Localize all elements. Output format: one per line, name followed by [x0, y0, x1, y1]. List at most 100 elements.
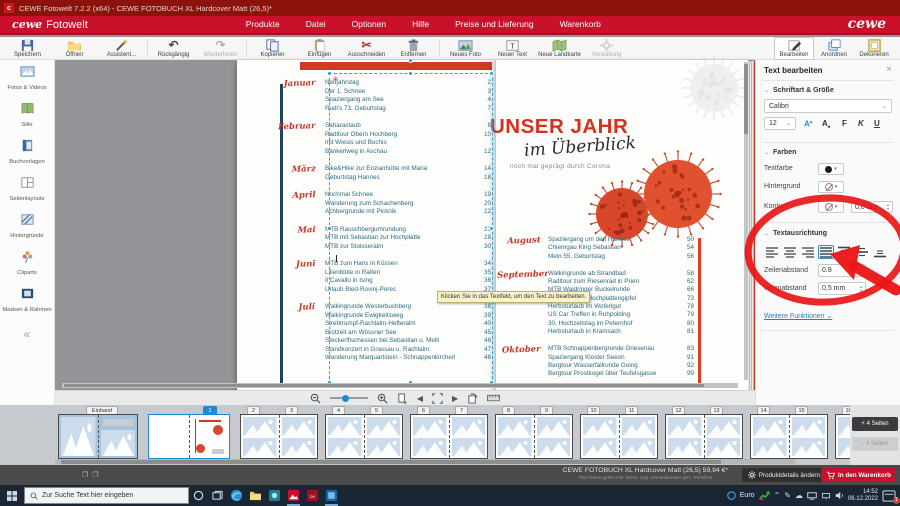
menu-item-hilfe[interactable]: Hilfe	[399, 16, 442, 33]
align-justify-button[interactable]	[818, 245, 834, 259]
cewe-red-app-icon[interactable]: ce	[303, 485, 322, 506]
toolbar-button-copy[interactable]: Kopieren	[249, 39, 296, 58]
rotate-spread-icon[interactable]	[467, 393, 478, 404]
selection-rotate-handle[interactable]	[408, 58, 413, 63]
cloud-icon[interactable]: ☁	[795, 491, 803, 500]
align-center-button[interactable]	[782, 245, 798, 259]
line-spacing-input[interactable]: 0.8▴▾	[818, 264, 866, 277]
mode-button-dekorieren[interactable]: Dekorieren	[854, 37, 894, 60]
toolbar-button-paste[interactable]: Einfügen	[296, 39, 343, 58]
pen-icon[interactable]: ✎	[784, 491, 791, 500]
font-larger-button[interactable]: A▴	[804, 119, 812, 129]
valign-middle-button[interactable]	[854, 245, 870, 259]
italic-button[interactable]: K	[858, 119, 864, 128]
cewe-photo-app-icon[interactable]	[284, 485, 303, 506]
sidebar-item-fotos-videos[interactable]: Fotos & Videos	[0, 60, 54, 97]
cortana-icon[interactable]	[189, 485, 208, 506]
taskbar-search-input[interactable]: Zur Suche Text hier eingeben	[24, 487, 189, 504]
zoom-slider[interactable]	[330, 397, 368, 399]
selection-handle[interactable]	[327, 226, 332, 231]
canvas-hscrollbar[interactable]	[62, 383, 738, 388]
align-left-button[interactable]	[764, 245, 780, 259]
thumbnail-spread[interactable]	[240, 414, 318, 459]
toc-entry[interactable]: Chiemgau King Sebastian54	[548, 244, 694, 252]
menu-item-produkte[interactable]: Produkte	[233, 16, 293, 33]
thumbnails-scrollbar[interactable]	[55, 459, 795, 464]
add-pages-button[interactable]: + 4 Seiten	[852, 417, 898, 431]
toc-right-column[interactable]: AugustSpaziergang um den Hartsee50Chiemg…	[498, 236, 694, 387]
start-button[interactable]	[0, 491, 24, 501]
toc-entry[interactable]: Herbsturlaub im Woferlgut78	[548, 303, 694, 311]
fit-view-icon[interactable]	[432, 393, 443, 404]
thumbnail-spread[interactable]	[495, 414, 573, 459]
padding-input[interactable]: 0,5 mm▴▾	[818, 282, 866, 295]
add-to-cart-button[interactable]: In den Warenkorb	[821, 468, 896, 482]
menu-item-preise-und-lieferung[interactable]: Preise und Lieferung	[442, 16, 546, 33]
toc-entry[interactable]: Spaziergang um den Hartsee50	[548, 236, 694, 244]
underline-button[interactable]: U	[874, 119, 880, 128]
canvas-vscrollbar[interactable]	[744, 62, 748, 380]
thumbnail-spread[interactable]	[750, 414, 828, 459]
font-family-select[interactable]: Calibri⌄	[764, 99, 892, 113]
prev-spread-icon[interactable]: ◀	[417, 394, 423, 403]
toolbar-button-new-map[interactable]: Neue Landkarte	[536, 39, 583, 58]
toc-entry[interactable]: US Car Treffen in Ruhpolding79	[548, 311, 694, 319]
notification-center-icon[interactable]: 1	[882, 489, 898, 503]
monitor-icon[interactable]	[807, 492, 817, 500]
next-spread-icon[interactable]: ▶	[452, 394, 458, 403]
outline-width-spinner[interactable]: 0,0 mm▴▾	[851, 201, 893, 213]
view-mode-icons[interactable]: ❐ ❐	[82, 471, 100, 479]
toc-entry[interactable]: MTB Schnappenbergrunde Griesenau83	[548, 345, 694, 353]
toolbar-button-open[interactable]: Öffnen	[51, 39, 98, 58]
zoom-in-icon[interactable]	[377, 393, 388, 404]
toolbar-button-delete[interactable]: Entfernen	[390, 39, 437, 58]
toc-entry[interactable]: Radltour zum Riesenrad in Prien62	[548, 278, 694, 286]
section-colors[interactable]: ⌄Farben	[764, 149, 796, 156]
valign-bottom-button[interactable]	[872, 245, 888, 259]
menu-item-optionen[interactable]: Optionen	[339, 16, 400, 33]
zoom-out-icon[interactable]	[310, 393, 321, 404]
thumbnail-spread[interactable]	[580, 414, 658, 459]
toc-entry[interactable]: 30. Hochzeitstag im Peternhof80	[548, 320, 694, 328]
photos-app-icon[interactable]	[322, 485, 341, 506]
textcolor-swatch[interactable]: ▾	[818, 163, 844, 175]
toolbar-button-wizard[interactable]: Assistent...	[98, 39, 145, 58]
speaker-icon[interactable]	[835, 491, 844, 500]
close-icon[interactable]: ×	[886, 64, 892, 75]
thumbnail-spread[interactable]	[835, 414, 850, 459]
sidebar-item-stile[interactable]: Stile	[0, 97, 54, 134]
tray-expand-icon[interactable]: ⌃	[774, 491, 781, 500]
selection-handle[interactable]	[489, 71, 494, 76]
book-right-page[interactable]: UNSER JAHR im Überblick noch mal geprägt…	[496, 60, 748, 394]
euro-coin-icon[interactable]	[727, 491, 736, 500]
taskbar-clock[interactable]: 14:52 06.12.2022	[848, 489, 878, 503]
toc-entry[interactable]: Mein 55. Geburtstag56	[548, 253, 694, 261]
sidebar-item-masken-rahmen[interactable]: Masken & Rahmen	[0, 282, 54, 319]
section-alignment[interactable]: ⌄Textausrichtung	[764, 230, 827, 237]
toc-entry[interactable]: Bergtour Prostkogel über Teufelsgasse99	[548, 370, 694, 378]
explorer-icon[interactable]	[246, 485, 265, 506]
thumbnail-spread-current[interactable]	[148, 414, 230, 459]
sidebar-item-seitenlayouts[interactable]: Seitenlayouts	[0, 171, 54, 208]
toc-entry[interactable]: Spaziergang Kloster Seeon91	[548, 354, 694, 362]
task-view-icon[interactable]	[208, 485, 227, 506]
toc-entry[interactable]: Walkingrunde ab Strandbad58	[548, 270, 694, 278]
mode-button-bearbeiten[interactable]: Bearbeiten	[774, 37, 814, 60]
toolbar-button-cut[interactable]: ✂Ausschneiden	[343, 39, 390, 58]
font-size-select[interactable]: 12⌄	[764, 117, 796, 130]
toc-entry[interactable]: Bergtour Wasserfallrunde Going92	[548, 362, 694, 370]
product-details-button[interactable]: Produktdetails ändern	[742, 468, 826, 482]
network-icon[interactable]	[821, 492, 831, 500]
valign-top-button[interactable]	[836, 245, 852, 259]
toolbar-button-save[interactable]: Speichern	[4, 39, 51, 58]
bold-button[interactable]: F	[842, 119, 847, 128]
toolbar-button-new-photo[interactable]: Neues Foto	[442, 39, 489, 58]
toolbar-button-undo[interactable]: ↶Rückgängig	[150, 39, 197, 58]
edge-icon[interactable]	[227, 485, 246, 506]
sidebar-collapse-button[interactable]: «	[0, 327, 54, 341]
align-right-button[interactable]	[800, 245, 816, 259]
sidebar-item-hintergr-nde[interactable]: Hintergründe	[0, 208, 54, 245]
sidebar-item-buchvorlagen[interactable]: Buchvorlagen	[0, 134, 54, 171]
mode-button-anordnen[interactable]: Anordnen	[814, 37, 854, 60]
font-smaller-button[interactable]: A▾	[822, 119, 830, 131]
